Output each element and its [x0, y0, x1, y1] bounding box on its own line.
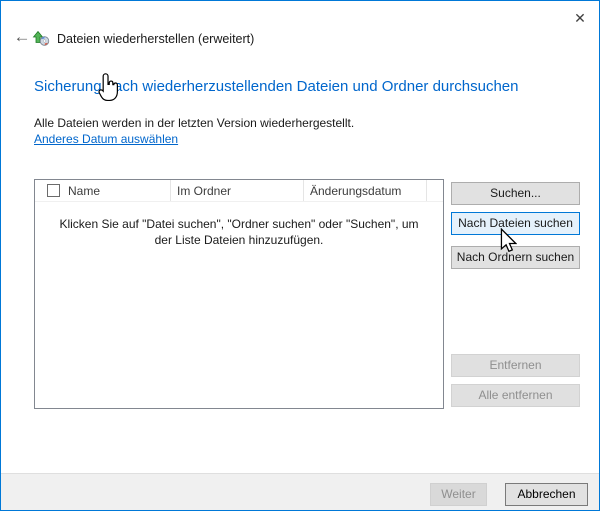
- remove-button[interactable]: Entfernen: [451, 354, 580, 377]
- back-button[interactable]: ←: [11, 28, 33, 48]
- column-header-modified-label: Änderungsdatum: [310, 184, 401, 198]
- page-title: Sicherung nach wiederherzustellenden Dat…: [34, 78, 518, 95]
- file-list[interactable]: Name Im Ordner Änderungsdatum Klicken Si…: [34, 179, 444, 409]
- column-header-modified[interactable]: Änderungsdatum: [304, 180, 427, 201]
- window-title: Dateien wiederherstellen (erweitert): [57, 32, 254, 46]
- close-icon[interactable]: ✕: [568, 7, 592, 29]
- remove-all-button[interactable]: Alle entfernen: [451, 384, 580, 407]
- restore-description: Alle Dateien werden in der letzten Versi…: [34, 116, 354, 130]
- cancel-button[interactable]: Abbrechen: [505, 483, 588, 506]
- column-header-spacer: [427, 180, 443, 201]
- next-button[interactable]: Weiter: [430, 483, 487, 506]
- column-header-name-label: Name: [68, 184, 100, 198]
- empty-list-message: Klicken Sie auf "Datei suchen", "Ordner …: [35, 216, 443, 248]
- list-header-row: Name Im Ordner Änderungsdatum: [35, 180, 443, 202]
- dialog-window: ← Dateien wiederherstellen (erweitert) ✕…: [0, 0, 600, 511]
- choose-other-date-link[interactable]: Anderes Datum auswählen: [34, 132, 178, 146]
- select-all-checkbox[interactable]: [47, 184, 60, 197]
- restore-files-icon: [32, 29, 50, 46]
- column-header-folder-label: Im Ordner: [177, 184, 231, 198]
- column-header-name[interactable]: Name: [35, 180, 171, 201]
- search-folders-button[interactable]: Nach Ordnern suchen: [451, 246, 580, 269]
- search-button[interactable]: Suchen...: [451, 182, 580, 205]
- search-files-button[interactable]: Nach Dateien suchen: [451, 212, 580, 235]
- column-header-folder[interactable]: Im Ordner: [171, 180, 304, 201]
